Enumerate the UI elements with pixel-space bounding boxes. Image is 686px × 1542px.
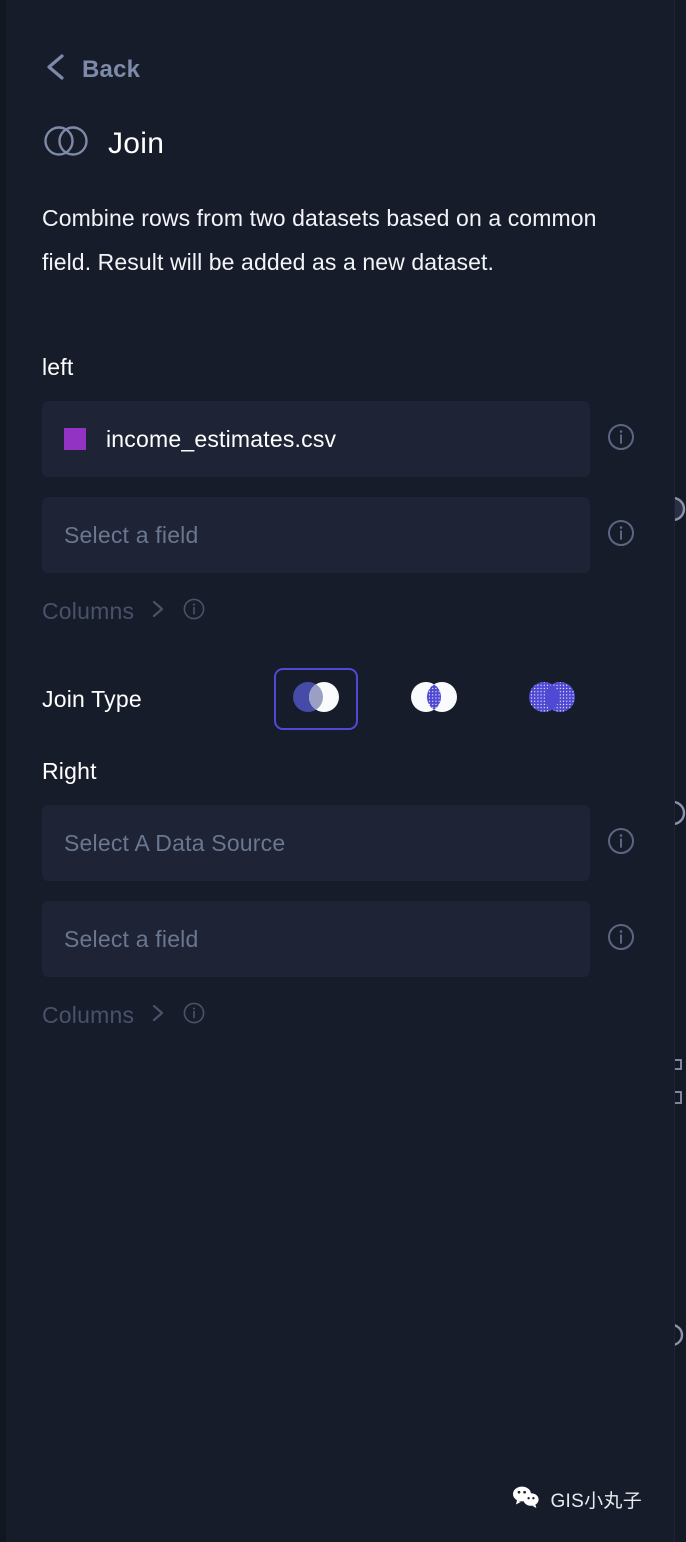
left-dataset-row: income_estimates.csv bbox=[42, 401, 638, 477]
clipped-icon-fragment[interactable] bbox=[668, 1090, 686, 1111]
right-section-heading: Right bbox=[42, 758, 97, 784]
chevron-right-icon bbox=[148, 597, 168, 626]
panel-content: Back Join Combine rows from two datasets… bbox=[6, 0, 674, 1542]
right-field-placeholder: Select a field bbox=[64, 925, 199, 952]
right-datasource-info-icon[interactable] bbox=[606, 826, 636, 861]
join-type-option-left-join[interactable] bbox=[274, 668, 358, 730]
back-button[interactable]: Back bbox=[42, 0, 192, 87]
page-title-text: Join bbox=[108, 126, 165, 160]
left-field-select[interactable]: Select a field bbox=[42, 497, 590, 573]
venn-circles-icon bbox=[42, 123, 90, 164]
tool-description: Combine rows from two datasets based on … bbox=[42, 205, 597, 275]
page-title: Join bbox=[42, 123, 638, 164]
left-field-row: Select a field bbox=[42, 497, 638, 573]
right-field-info-icon[interactable] bbox=[606, 922, 636, 957]
left-field-placeholder: Select a field bbox=[64, 521, 199, 548]
right-columns-label: Columns bbox=[42, 1002, 135, 1028]
right-datasource-select[interactable]: Select A Data Source bbox=[42, 805, 590, 881]
join-type-row: Join Type bbox=[42, 668, 638, 730]
watermark-text: GIS小丸子 bbox=[550, 1491, 642, 1512]
watermark: GIS小丸子 bbox=[512, 1485, 642, 1514]
right-field-select[interactable]: Select a field bbox=[42, 901, 590, 977]
join-type-option-outer-join[interactable] bbox=[510, 668, 594, 730]
clipped-icon-fragment[interactable] bbox=[668, 1058, 686, 1077]
right-columns-info-icon[interactable] bbox=[182, 1001, 206, 1030]
left-field-info-icon[interactable] bbox=[606, 518, 636, 553]
back-label: Back bbox=[82, 55, 141, 83]
left-dataset-info-icon[interactable] bbox=[606, 422, 636, 457]
right-datasource-placeholder: Select A Data Source bbox=[64, 829, 286, 856]
left-columns-label: Columns bbox=[42, 598, 135, 624]
join-tool-panel: Back Join Combine rows from two datasets… bbox=[0, 0, 686, 1542]
clipped-icon-fragment[interactable] bbox=[660, 496, 686, 527]
right-field-row: Select a field bbox=[42, 901, 638, 977]
left-columns-toggle[interactable]: Columns bbox=[42, 597, 638, 626]
right-columns-toggle[interactable]: Columns bbox=[42, 1001, 638, 1030]
clipped-icon-fragment[interactable] bbox=[660, 800, 686, 831]
wechat-icon bbox=[512, 1485, 540, 1514]
join-type-label: Join Type bbox=[42, 685, 142, 712]
join-type-options bbox=[274, 668, 594, 730]
join-type-option-inner-join[interactable] bbox=[392, 668, 476, 730]
venn-inner-join-icon bbox=[403, 678, 465, 721]
clipped-icon-fragment[interactable] bbox=[660, 1322, 686, 1353]
left-section-heading: left bbox=[42, 354, 74, 380]
left-dataset-select[interactable]: income_estimates.csv bbox=[42, 401, 590, 477]
venn-left-join-icon bbox=[285, 678, 347, 721]
chevron-left-icon bbox=[42, 52, 68, 87]
left-dataset-value: income_estimates.csv bbox=[106, 425, 337, 452]
right-datasource-row: Select A Data Source bbox=[42, 805, 638, 881]
left-columns-info-icon[interactable] bbox=[182, 597, 206, 626]
venn-outer-join-icon bbox=[521, 678, 583, 721]
dataset-color-swatch bbox=[64, 428, 86, 450]
adjacent-panel-edge bbox=[660, 0, 686, 1542]
chevron-right-icon bbox=[148, 1001, 168, 1030]
